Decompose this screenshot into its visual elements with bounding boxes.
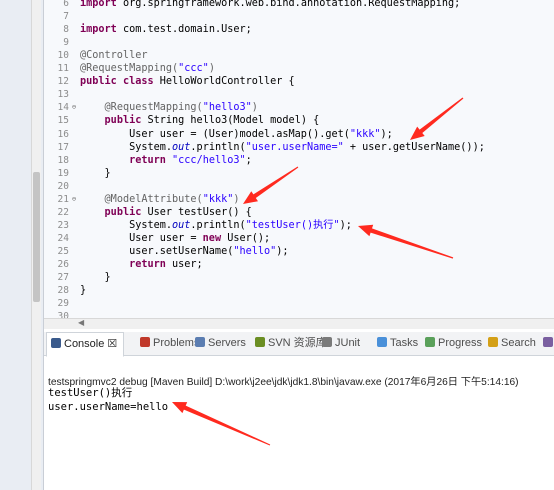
red-arrow-icon: [410, 97, 464, 140]
red-arrow-icon: [243, 166, 299, 204]
annotation-arrows: [172, 97, 464, 446]
red-arrow-icon: [172, 402, 271, 446]
red-arrow-icon: [358, 224, 454, 259]
